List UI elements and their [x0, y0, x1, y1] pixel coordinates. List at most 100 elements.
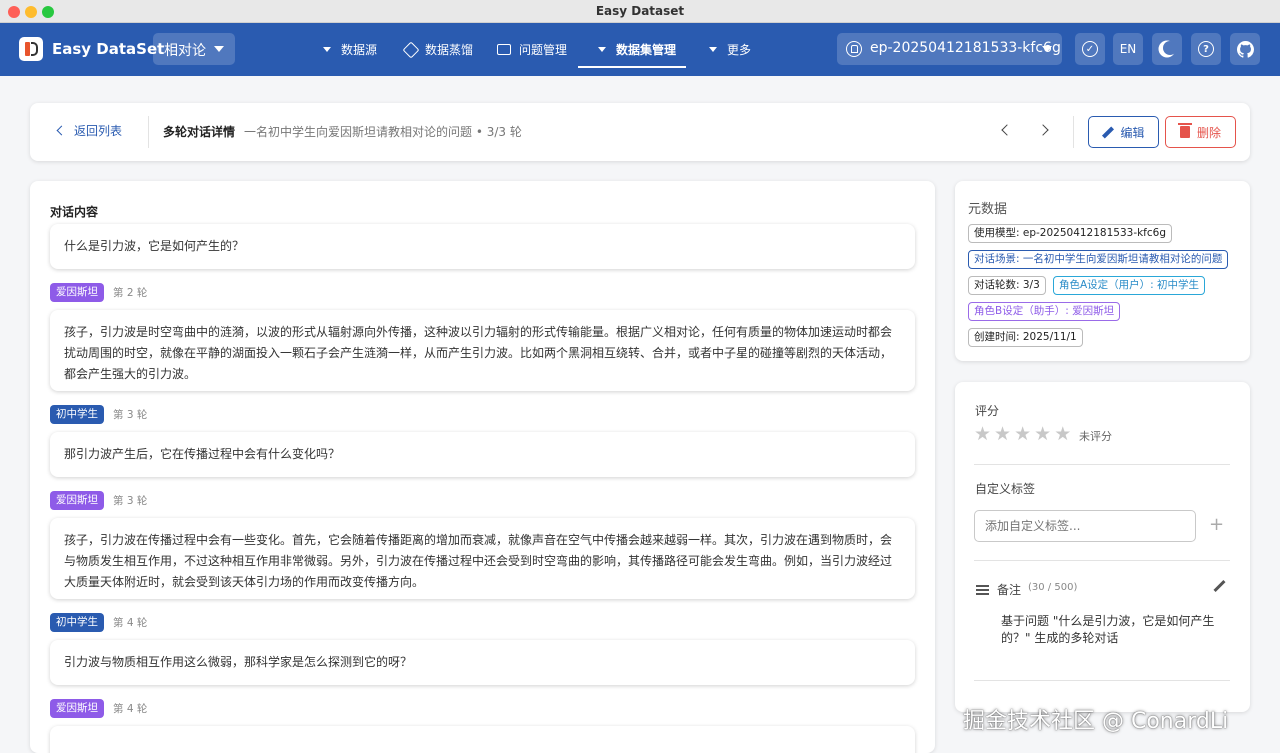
custom-tags-label: 自定义标签	[975, 482, 1036, 496]
nav-more[interactable]: 更多	[709, 23, 751, 76]
metadata-chip-scenario: 对话场景: 一名初中学生向爱因斯坦请教相对论的问题	[968, 250, 1229, 269]
previous-item-icon[interactable]	[1001, 124, 1013, 136]
message-bubble: 引力波与物质相互作用这么微弱，那科学家是怎么探测到它的呀？	[50, 640, 915, 685]
caret-down-icon	[709, 47, 717, 52]
message-header: 爱因斯坦 第 3 轮	[50, 491, 147, 510]
round-label: 第 4 轮	[113, 703, 148, 715]
role-badge: 初中学生	[50, 613, 104, 632]
message-text: 什么是引力波，它是如何产生的？	[64, 239, 245, 253]
back-to-list-button[interactable]: 返回列表	[54, 122, 122, 139]
star-icon[interactable]: ★	[1014, 424, 1031, 444]
divider	[974, 680, 1230, 681]
message-text: 孩子，引力波在传播过程中会有一些变化。首先，它会随着传播距离的增加而衰减，就像声…	[64, 533, 893, 589]
nav-label: 数据源	[341, 43, 378, 57]
caret-down-icon	[598, 47, 606, 52]
back-label: 返回列表	[74, 124, 123, 138]
nav-label: 问题管理	[519, 43, 568, 57]
trash-icon	[1177, 123, 1192, 138]
pencil-icon	[1102, 127, 1113, 138]
message-header: 初中学生 第 4 轮	[50, 613, 147, 632]
star-icon[interactable]: ★	[974, 424, 991, 444]
model-select-value: ep-20250412181533-kfc6g	[870, 40, 1061, 56]
role-badge: 初中学生	[50, 405, 104, 424]
app-logo-icon[interactable]	[19, 37, 43, 61]
metadata-chip-rounds: 对话轮数: 3/3	[968, 276, 1046, 295]
model-select[interactable]: ep-20250412181533-kfc6g	[837, 33, 1062, 65]
next-item-icon[interactable]	[1037, 124, 1049, 136]
message-text: 引力波与物质相互作用这么微弱，那科学家是怎么探测到它的呀？	[64, 655, 413, 669]
divider	[148, 116, 149, 148]
detail-header: 返回列表 多轮对话详情 一名初中学生向爱因斯坦请教相对论的问题 • 3/3 轮 …	[30, 103, 1250, 161]
github-button[interactable]	[1230, 33, 1260, 65]
message-bubble	[50, 726, 915, 753]
round-label: 第 4 轮	[113, 617, 148, 629]
nav-label: 数据集管理	[616, 43, 677, 57]
theme-toggle-button[interactable]	[1152, 33, 1182, 65]
pencil-icon[interactable]	[1213, 580, 1225, 592]
metadata-chip-role-b: 角色B设定（助手）: 爱因斯坦	[968, 302, 1121, 321]
check-circle-icon: ✓	[1082, 41, 1098, 57]
message-bubble: 孩子，引力波是时空弯曲中的涟漪，以波的形式从辐射源向外传播，这种波以引力辐射的形…	[50, 310, 915, 391]
task-status-button[interactable]: ✓	[1075, 33, 1105, 65]
star-icon[interactable]: ★	[1054, 424, 1071, 444]
edit-label: 编辑	[1120, 125, 1145, 140]
role-badge: 爱因斯坦	[50, 699, 104, 718]
round-label: 第 3 轮	[113, 495, 148, 507]
language-button[interactable]: EN	[1113, 33, 1143, 65]
app-name[interactable]: Easy DataSet	[52, 40, 164, 58]
conversation-panel[interactable]: 对话内容 什么是引力波，它是如何产生的？ 爱因斯坦 第 2 轮 孩子，引力波是时…	[30, 181, 935, 753]
round-label: 第 3 轮	[113, 409, 148, 421]
window-title: Easy Dataset	[595, 4, 685, 18]
delete-label: 删除	[1196, 125, 1221, 140]
message-text: 那引力波产生后，它在传播过程中会有什么变化吗？	[64, 447, 341, 461]
role-badge: 爱因斯坦	[50, 283, 104, 302]
robot-icon	[846, 41, 862, 57]
add-tag-icon[interactable]: +	[1209, 516, 1224, 534]
divider	[974, 560, 1230, 561]
help-icon: ?	[1198, 41, 1214, 57]
project-select[interactable]: 相对论	[153, 33, 235, 65]
help-button[interactable]: ?	[1191, 33, 1221, 65]
nav-label: 更多	[727, 43, 752, 57]
metadata-panel: 元数据 使用模型: ep-20250412181533-kfc6g 对话场景: …	[955, 181, 1250, 361]
star-icon[interactable]: ★	[994, 424, 1011, 444]
divider	[1073, 116, 1074, 148]
notes-label: 备注	[997, 583, 1022, 597]
caret-down-icon	[323, 47, 331, 52]
message-bubble: 孩子，引力波在传播过程中会有一些变化。首先，它会随着传播距离的增加而衰减，就像声…	[50, 518, 915, 599]
nav-data-distill[interactable]: 数据蒸馏	[402, 23, 474, 76]
message-text: 孩子，引力波是时空弯曲中的涟漪，以波的形式从辐射源向外传播，这种波以引力辐射的形…	[64, 325, 893, 381]
custom-tag-input[interactable]	[974, 510, 1196, 542]
message-header: 爱因斯坦 第 2 轮	[50, 283, 147, 302]
project-select-value: 相对论	[164, 43, 206, 59]
role-badge: 爱因斯坦	[50, 491, 104, 510]
nav-question-management[interactable]: 问题管理	[497, 23, 567, 76]
notes-icon	[976, 585, 989, 595]
edit-button[interactable]: 编辑	[1088, 116, 1159, 148]
review-panel: 评分 ★ ★ ★ ★ ★ 未评分 自定义标签 + 备注 (30 / 500) 基…	[955, 382, 1250, 712]
metadata-chip-created: 创建时间: 2025/11/1	[968, 328, 1083, 347]
metadata-chip-role-a: 角色A设定（用户）: 初中学生	[1053, 276, 1206, 295]
notes-text: 基于问题 "什么是引力波，它是如何产生的？" 生成的多轮对话	[1001, 614, 1215, 645]
app-bar: Easy DataSet 相对论 数据源 数据蒸馏 问题管理 数据集管理 更多 …	[0, 23, 1280, 76]
nav-label: 数据蒸馏	[425, 43, 474, 57]
star-rating[interactable]: ★ ★ ★ ★ ★	[974, 424, 1071, 444]
rating-label: 评分	[975, 404, 1000, 418]
chevron-down-icon	[214, 46, 224, 52]
message-bubble: 什么是引力波，它是如何产生的？	[50, 224, 915, 269]
window-titlebar: Easy Dataset	[0, 0, 1280, 23]
star-icon[interactable]: ★	[1034, 424, 1051, 444]
chevron-left-icon	[56, 125, 67, 136]
page-subtitle: 一名初中学生向爱因斯坦请教相对论的问题 • 3/3 轮	[244, 125, 522, 139]
conversation-title: 对话内容	[50, 205, 99, 219]
watermark: 掘金技术社区 @ ConardLi	[963, 709, 1229, 734]
delete-button[interactable]: 删除	[1165, 116, 1236, 148]
nav-dataset-management[interactable]: 数据集管理	[598, 23, 676, 76]
message-header: 初中学生 第 3 轮	[50, 405, 147, 424]
metadata-title: 元数据	[968, 202, 1008, 217]
nav-data-source[interactable]: 数据源	[323, 23, 377, 76]
language-label: EN	[1119, 42, 1137, 56]
chat-icon	[497, 44, 511, 55]
moon-icon	[1163, 41, 1177, 55]
github-icon	[1236, 40, 1254, 58]
